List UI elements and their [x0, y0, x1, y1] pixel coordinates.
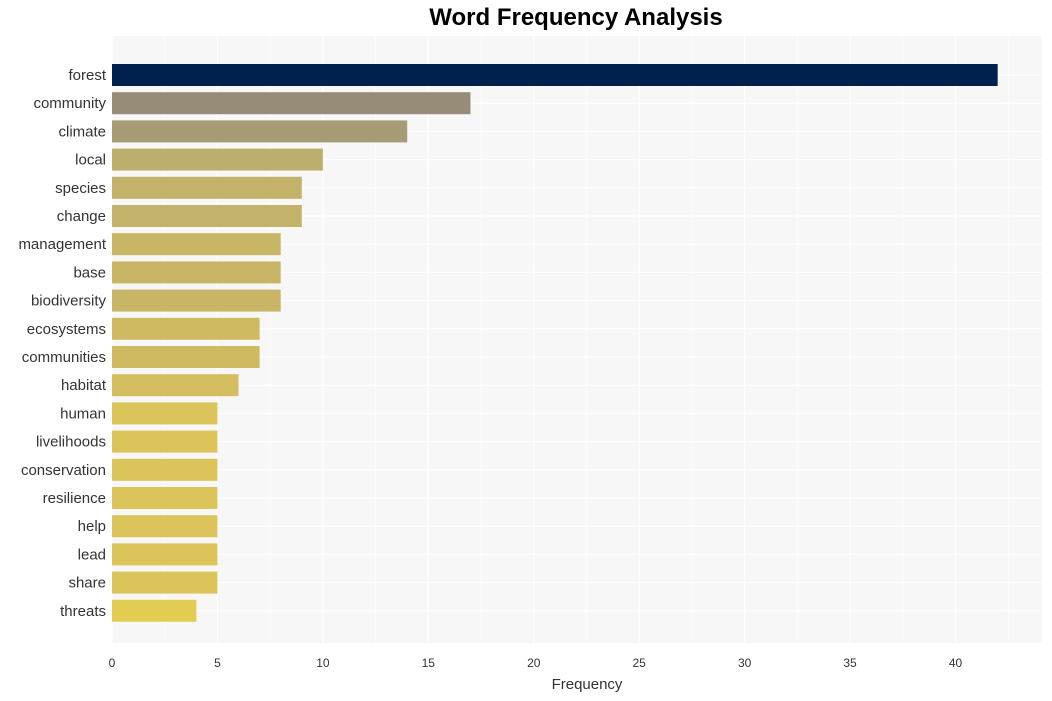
x-tick-label: 40: [949, 656, 963, 670]
bar-forest: [112, 64, 998, 86]
y-tick-label: ecosystems: [27, 321, 106, 338]
bar-human: [112, 402, 218, 425]
y-tick-label: help: [78, 518, 106, 535]
bar-community: [112, 92, 471, 115]
x-axis-ticks: 0 5 10 15 20 25 30 35 40: [109, 656, 963, 670]
x-tick-label: 10: [316, 656, 330, 670]
y-tick-label: change: [57, 208, 106, 225]
y-tick-label: management: [18, 236, 106, 253]
bar-lead: [112, 543, 218, 566]
y-tick-label: conservation: [21, 462, 106, 479]
y-axis-labels: forest community climate local species change…: [18, 67, 106, 620]
y-tick-label: local: [75, 152, 106, 169]
x-tick-label: 0: [109, 656, 116, 670]
y-tick-label: forest: [68, 67, 106, 84]
bar-threats: [112, 599, 197, 622]
y-tick-label: habitat: [61, 377, 107, 394]
bar-ecosystems: [112, 317, 260, 340]
y-tick-label: resilience: [43, 490, 106, 507]
bar-chart: forest community climate local species change…: [18, 36, 1042, 693]
y-tick-label: communities: [22, 349, 106, 366]
x-tick-label: 30: [738, 656, 752, 670]
bar-help: [112, 515, 218, 538]
y-tick-label: species: [55, 180, 106, 197]
x-tick-label: 20: [527, 656, 541, 670]
bar-conservation: [112, 458, 218, 481]
y-tick-label: community: [33, 95, 106, 112]
bar-livelihoods: [112, 430, 218, 453]
bar-resilience: [112, 487, 218, 509]
x-tick-label: 15: [422, 656, 436, 670]
bar-management: [112, 233, 281, 256]
x-tick-label: 35: [843, 656, 857, 670]
y-tick-label: human: [60, 405, 106, 422]
bar-communities: [112, 346, 260, 368]
y-tick-label: biodiversity: [31, 293, 107, 310]
bar-habitat: [112, 374, 239, 397]
x-axis-label: Frequency: [552, 676, 623, 693]
bar-species: [112, 176, 302, 199]
y-tick-label: lead: [78, 546, 106, 563]
bar-biodiversity: [112, 289, 281, 312]
y-tick-label: climate: [58, 123, 106, 140]
y-tick-label: share: [68, 575, 106, 592]
y-tick-label: threats: [60, 603, 106, 620]
bar-climate: [112, 120, 408, 143]
x-tick-label: 25: [633, 656, 647, 670]
y-tick-label: livelihoods: [36, 434, 106, 451]
bar-base: [112, 261, 281, 284]
bar-share: [112, 571, 218, 594]
bar-change: [112, 205, 302, 227]
y-tick-label: base: [73, 264, 106, 281]
x-tick-label: 5: [214, 656, 221, 670]
bar-local: [112, 148, 323, 171]
